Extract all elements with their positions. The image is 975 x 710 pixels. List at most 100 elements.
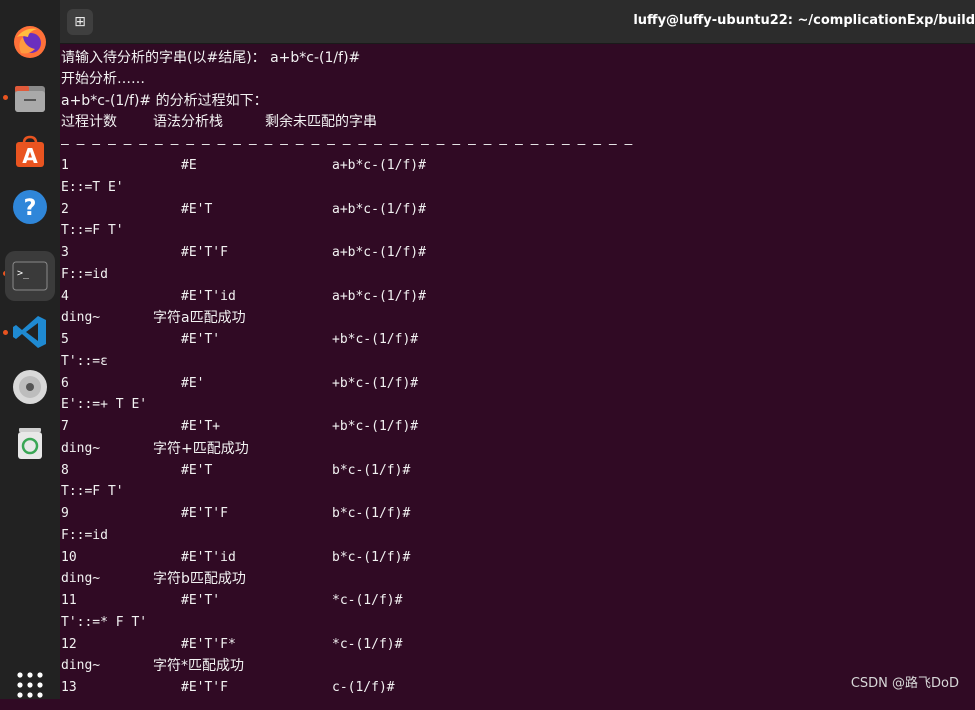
- svg-text:A: A: [22, 144, 38, 168]
- vscode-icon: [13, 316, 46, 348]
- step-stack: #E'T': [181, 332, 221, 347]
- show-apps-button[interactable]: [5, 660, 55, 710]
- step-count: 4: [61, 288, 69, 304]
- terminal-icon: >_: [12, 261, 48, 291]
- firefox-launcher[interactable]: [5, 17, 55, 67]
- production-row: T::=F T': [61, 223, 124, 239]
- trash-icon: [18, 428, 42, 459]
- ding-text: ding~: [61, 571, 101, 587]
- step-remaining: *c-(1/f)#: [332, 636, 403, 652]
- help-launcher[interactable]: ?: [5, 182, 55, 232]
- step-row: 2 #E'T a+b*c-(1/f)#: [61, 199, 961, 221]
- step-stack: #E'T'F: [181, 245, 228, 260]
- match-message: 字符*匹配成功: [153, 658, 244, 675]
- match-message: 字符b匹配成功: [153, 571, 246, 588]
- production-row: F::=id: [61, 527, 108, 543]
- step-stack: #E'T: [181, 462, 213, 478]
- production-row: T'::=ε: [61, 353, 108, 369]
- step-remaining: a+b*c-(1/f)#: [332, 158, 426, 173]
- trash-launcher[interactable]: [5, 418, 55, 468]
- svg-text:?: ?: [24, 196, 37, 221]
- step-count: 10: [61, 549, 77, 565]
- help-icon: ?: [13, 190, 47, 224]
- production-row: E'::=+ T E': [61, 397, 148, 413]
- start-line: 开始分析……: [61, 71, 145, 87]
- step-remaining: a+b*c-(1/f)#: [332, 201, 426, 217]
- terminal-output[interactable]: 请输入待分析的字串(以#结尾)： a+b*c-(1/f)# 开始分析…… a+b…: [61, 45, 975, 699]
- step-row: 10 #E'T'id b*c-(1/f)#: [61, 547, 961, 569]
- step-row: 7 #E'T+ +b*c-(1/f)#: [61, 416, 961, 438]
- ding-text: ding~: [61, 658, 101, 674]
- step-remaining: +b*c-(1/f)#: [332, 419, 419, 434]
- match-message: 字符+匹配成功: [153, 440, 249, 457]
- step-remaining: +b*c-(1/f)#: [332, 375, 419, 391]
- separator-line: — — — — — — — — — — — — — — — — — — — — …: [61, 137, 633, 152]
- new-tab-button[interactable]: ⊞: [67, 9, 93, 35]
- step-count: 6: [61, 375, 69, 391]
- step-count: 13: [61, 680, 77, 695]
- step-row: 11 #E'T' *c-(1/f)#: [61, 590, 961, 612]
- header-remaining: 剩余未匹配的字串: [265, 114, 377, 130]
- step-count: 3: [61, 245, 69, 260]
- svg-text:>_: >_: [17, 268, 30, 279]
- app-grid-icon: [17, 672, 43, 698]
- step-stack: #E': [181, 375, 205, 391]
- step-row: 1 #E a+b*c-(1/f)#: [61, 155, 961, 177]
- step-count: 11: [61, 593, 77, 608]
- step-count: 7: [61, 419, 69, 434]
- step-count: 9: [61, 506, 69, 521]
- step-count: 8: [61, 462, 69, 478]
- vscode-launcher[interactable]: [5, 307, 55, 357]
- table-header: 过程计数 语法分析栈 剩余未匹配的字串: [61, 111, 961, 133]
- step-remaining: b*c-(1/f)#: [332, 506, 411, 521]
- ding-text: ding~: [61, 310, 101, 326]
- new-tab-icon: ⊞: [74, 14, 86, 30]
- watermark: CSDN @路飞DoD: [850, 676, 959, 691]
- firefox-icon: [14, 26, 46, 58]
- process-line: a+b*c-(1/f)# 的分析过程如下：: [61, 93, 268, 109]
- step-stack: #E'T'F: [181, 506, 228, 521]
- step-count: 1: [61, 158, 69, 173]
- step-remaining: a+b*c-(1/f)#: [332, 245, 426, 260]
- step-remaining: b*c-(1/f)#: [332, 549, 411, 565]
- match-message: 字符a匹配成功: [153, 310, 246, 327]
- app-center-icon: A: [16, 135, 44, 168]
- production-row: E::=T E': [61, 179, 124, 195]
- step-count: 2: [61, 201, 69, 217]
- step-count: 12: [61, 636, 77, 652]
- step-remaining: *c-(1/f)#: [332, 593, 403, 608]
- ding-text: ding~: [61, 440, 101, 456]
- header-count: 过程计数: [61, 114, 117, 130]
- files-launcher[interactable]: [5, 73, 55, 123]
- terminal-titlebar: ⊞ luffy@luffy-ubuntu22: ~/complicationEx…: [60, 0, 975, 44]
- app-center-launcher[interactable]: A: [5, 127, 55, 177]
- step-row: 5 #E'T' +b*c-(1/f)#: [61, 329, 961, 351]
- step-stack: #E'T'id: [181, 549, 236, 565]
- match-row: ding~ 字符a匹配成功: [61, 307, 961, 329]
- prompt-line: 请输入待分析的字串(以#结尾)： a+b*c-(1/f)#: [61, 50, 361, 66]
- step-stack: #E'T+: [181, 419, 221, 434]
- step-row: 13 #E'T'F c-(1/f)#: [61, 677, 961, 699]
- window-title: luffy@luffy-ubuntu22: ~/complicationExp/…: [633, 13, 975, 28]
- step-stack: #E'T: [181, 201, 213, 217]
- match-row: ding~ 字符b匹配成功: [61, 568, 961, 590]
- step-row: 6 #E' +b*c-(1/f)#: [61, 373, 961, 395]
- step-stack: #E: [181, 158, 197, 173]
- disc-icon: [13, 370, 47, 404]
- step-row: 9 #E'T'F b*c-(1/f)#: [61, 503, 961, 525]
- step-row: 4 #E'T'id a+b*c-(1/f)#: [61, 286, 961, 308]
- match-row: ding~ 字符*匹配成功: [61, 655, 961, 677]
- step-stack: #E'T': [181, 593, 221, 608]
- disc-launcher[interactable]: [5, 362, 55, 412]
- step-row: 3 #E'T'F a+b*c-(1/f)#: [61, 242, 961, 264]
- step-remaining: c-(1/f)#: [332, 680, 395, 695]
- header-stack: 语法分析栈: [153, 114, 223, 130]
- step-remaining: a+b*c-(1/f)#: [332, 288, 426, 304]
- dock: A ? >_: [0, 0, 60, 699]
- step-row: 12 #E'T'F* *c-(1/f)#: [61, 634, 961, 656]
- production-row: T'::=* F T': [61, 614, 148, 630]
- terminal-launcher[interactable]: >_: [5, 251, 55, 301]
- production-row: F::=id: [61, 266, 108, 282]
- step-remaining: b*c-(1/f)#: [332, 462, 411, 478]
- step-stack: #E'T'id: [181, 288, 236, 304]
